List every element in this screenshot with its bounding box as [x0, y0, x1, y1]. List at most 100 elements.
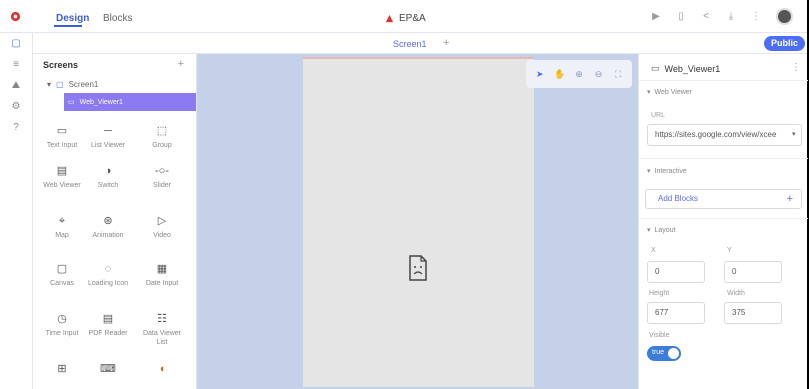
- broken-document-icon: [409, 255, 427, 281]
- hand-icon[interactable]: ✋: [554, 69, 565, 80]
- component-text-input[interactable]: ▭ Text Input: [37, 124, 87, 150]
- component-map[interactable]: ⌖ Map: [37, 214, 87, 240]
- component-time-input[interactable]: ◷ Time Input: [37, 312, 87, 338]
- caret-down-icon[interactable]: ▾: [47, 80, 51, 89]
- add-blocks-label: Add Blocks: [658, 194, 699, 203]
- tree-item-web-viewer1[interactable]: ▭ Web_Viewer1: [64, 93, 196, 111]
- component-keyboard[interactable]: ⌨: [83, 362, 133, 376]
- top-bar: Design Blocks EP&A ▶ ▯ < ⤓ ⋮: [0, 0, 807, 33]
- width-field[interactable]: 375: [724, 302, 782, 324]
- project-icon: [385, 14, 394, 23]
- y-field[interactable]: 0: [724, 261, 782, 283]
- width-value: 375: [732, 308, 746, 317]
- brand-icon: ◖: [158, 363, 166, 375]
- component-brand[interactable]: ◖: [137, 362, 187, 376]
- fit-icon[interactable]: ⛶: [613, 69, 623, 80]
- zoom-out-icon[interactable]: ⊖: [594, 69, 604, 80]
- top-tools: ▶ ▯ < ⤓ ⋮: [651, 8, 793, 25]
- screens-panel: Screens + ▾ ▢ Screen1 ▭ Web_Viewer1 ▭ Tex…: [33, 54, 197, 389]
- component-list-viewer[interactable]: ─ List Viewer: [83, 124, 133, 150]
- design-canvas[interactable]: ➤ ✋ ⊕ ⊖ ⛶: [197, 54, 638, 389]
- app-logo-icon: [10, 11, 21, 22]
- assets-icon[interactable]: ⛰: [10, 80, 22, 92]
- component-switch[interactable]: ◑ Switch: [83, 164, 133, 190]
- screen-tab[interactable]: Screen1: [393, 39, 427, 49]
- y-value: 0: [732, 267, 737, 276]
- x-field[interactable]: 0: [647, 261, 705, 283]
- zoom-in-icon[interactable]: ⊕: [574, 69, 584, 80]
- public-button[interactable]: Public: [763, 36, 805, 51]
- map-icon: ⌖: [58, 215, 66, 227]
- dropdown-caret-icon[interactable]: ▾: [792, 130, 796, 138]
- height-value: 677: [655, 308, 669, 317]
- component-group[interactable]: ⬚ Group: [137, 124, 187, 150]
- text-input-icon: ▭: [56, 125, 68, 137]
- component-label: Video: [153, 232, 171, 239]
- database-icon[interactable]: ≡: [10, 59, 22, 71]
- component-animation[interactable]: ⊛ Animation: [83, 214, 133, 240]
- x-value: 0: [655, 267, 660, 276]
- section-interactive[interactable]: ▾ Interactive: [647, 167, 687, 176]
- component-label: Web Viewer: [43, 182, 81, 189]
- component-slider[interactable]: -○- Slider: [137, 164, 187, 190]
- add-blocks-button[interactable]: Add Blocks +: [645, 189, 802, 209]
- left-rail: ▢ ≡ ⛰ ⚙ ?: [0, 33, 33, 389]
- component-label: Date Input: [145, 280, 179, 287]
- help-icon[interactable]: ?: [10, 122, 22, 134]
- section-web-viewer[interactable]: ▾ Web Viewer: [647, 88, 692, 97]
- plus-icon: +: [786, 193, 793, 205]
- select-icon[interactable]: ➤: [535, 69, 545, 80]
- caret-down-icon: ▾: [647, 168, 651, 175]
- avatar[interactable]: [776, 8, 793, 25]
- download-icon[interactable]: ⤓: [726, 11, 736, 22]
- toggle-knob: [668, 348, 679, 359]
- section-layout[interactable]: ▾ Layout: [647, 226, 676, 235]
- add-screen-button[interactable]: +: [443, 37, 449, 49]
- tab-design[interactable]: Design: [56, 13, 89, 24]
- more-vertical-icon[interactable]: ⋮: [791, 62, 801, 73]
- share-icon[interactable]: <: [701, 11, 711, 22]
- component-date-input[interactable]: ▦ Date Input: [137, 262, 187, 288]
- switch-icon: ◑: [104, 165, 112, 177]
- tree-item-screen1[interactable]: ▾ ▢ Screen1: [47, 80, 98, 89]
- project-name: EP&A: [399, 13, 426, 24]
- add-screen-icon[interactable]: +: [178, 58, 184, 70]
- device-icon[interactable]: ▯: [676, 11, 686, 22]
- screen-icon[interactable]: ▢: [10, 38, 22, 50]
- component-loading-icon[interactable]: ◌ Loading Icon: [83, 262, 133, 288]
- time-input-icon: ◷: [57, 313, 67, 325]
- component-grid[interactable]: ⊞: [37, 362, 87, 376]
- visible-toggle[interactable]: true: [647, 346, 681, 361]
- props-header: ▭ Web_Viewer1: [651, 63, 720, 74]
- web-viewer-icon: ▤: [56, 165, 68, 177]
- app-window: Design Blocks EP&A ▶ ▯ < ⤓ ⋮ Screen1 + P…: [0, 0, 809, 389]
- tree-item-label: Screen1: [68, 80, 99, 89]
- properties-panel: ▭ Web_Viewer1 ⋮ ▾ Web Viewer URL https://…: [638, 54, 808, 389]
- slider-icon: -○-: [155, 165, 169, 177]
- animation-icon: ⊛: [103, 215, 113, 227]
- grid-icon: ⊞: [57, 363, 67, 375]
- component-pdf-reader[interactable]: ▤ PDF Reader: [83, 312, 133, 338]
- device-preview[interactable]: [303, 57, 534, 387]
- data-viewer-list-icon: ☷: [157, 313, 167, 325]
- height-label: Height: [649, 290, 670, 297]
- component-label: Canvas: [50, 280, 74, 287]
- component-data-viewer-list[interactable]: ☷ Data Viewer List: [137, 312, 187, 347]
- settings-icon[interactable]: ⚙: [10, 101, 22, 113]
- component-web-viewer[interactable]: ▤ Web Viewer: [37, 164, 87, 190]
- tab-blocks[interactable]: Blocks: [103, 13, 132, 24]
- canvas-icon: ▢: [56, 263, 68, 275]
- keyboard-icon: ⌨: [100, 363, 116, 375]
- component-video[interactable]: ▷ Video: [137, 214, 187, 240]
- height-field[interactable]: 677: [647, 302, 705, 324]
- section-label: Interactive: [654, 167, 687, 175]
- component-label: Loading Icon: [87, 280, 129, 287]
- pdf-reader-icon: ▤: [102, 313, 114, 325]
- url-field[interactable]: https://sites.google.com/view/xcee: [647, 124, 802, 146]
- caret-down-icon: ▾: [647, 227, 651, 234]
- component-canvas[interactable]: ▢ Canvas: [37, 262, 87, 288]
- play-icon[interactable]: ▶: [651, 11, 661, 22]
- more-vertical-icon[interactable]: ⋮: [751, 11, 761, 22]
- props-title: Web_Viewer1: [664, 63, 721, 74]
- y-label: Y: [727, 247, 732, 254]
